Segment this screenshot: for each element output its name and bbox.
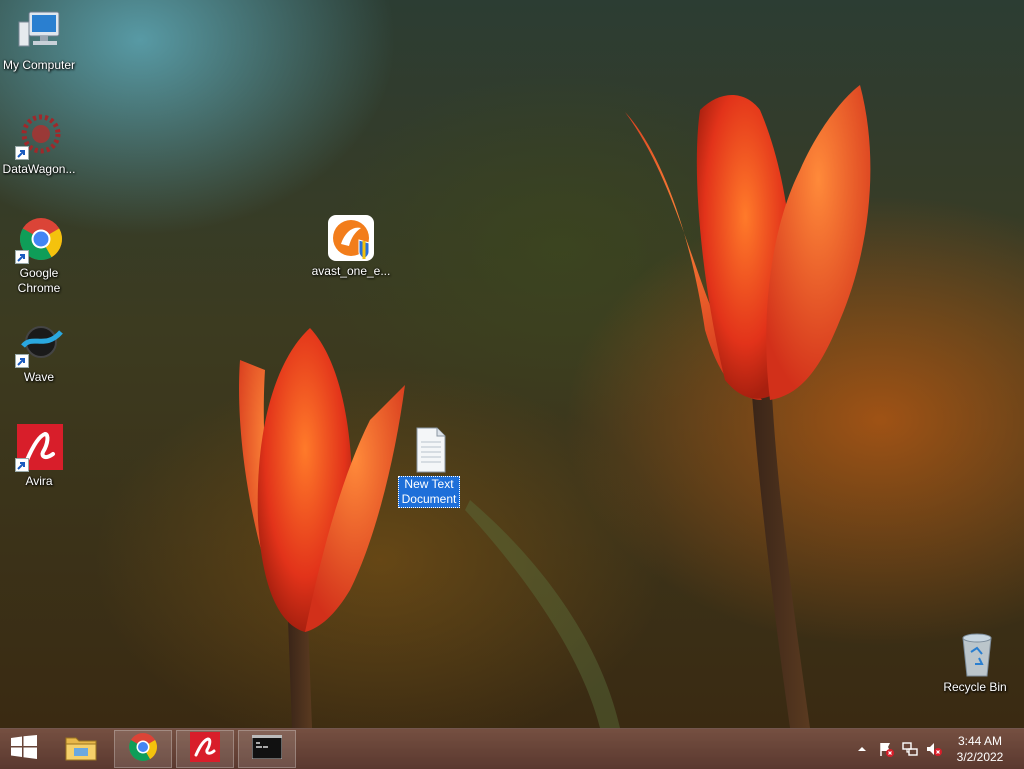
text-document-icon [405,426,453,474]
folder-icon [64,732,98,766]
network-icon[interactable] [902,741,918,757]
shortcut-arrow-icon [15,458,29,472]
action-center-flag-icon[interactable] [878,741,894,757]
tulip-wallpaper [239,85,871,728]
icon-label: Avira [25,474,53,488]
desktop-icon-google-chrome[interactable]: Google Chrome [0,216,78,296]
show-hidden-icons-chevron-icon[interactable] [854,741,870,757]
desktop-icon-my-computer[interactable]: My Computer [0,8,78,73]
icon-label: DataWagon... [2,162,76,176]
avira-icon [15,424,63,472]
taskbar-button-command-prompt[interactable] [238,730,296,768]
clock-time: 3:44 AM [957,734,1003,748]
taskbar-button-file-explorer[interactable] [52,730,110,768]
desktop-icon-wave[interactable]: Wave [0,320,78,385]
icon-label: avast_one_e... [311,264,391,278]
shortcut-arrow-icon [15,146,29,160]
icon-label: Wave [23,370,55,384]
desktop[interactable]: My Computer DataWagon... Google Chrome W… [0,0,1024,728]
desktop-icon-new-text-document[interactable]: New Text Document [391,426,467,508]
taskbar-button-google-chrome[interactable] [114,730,172,768]
taskbar-button-avira[interactable] [176,730,234,768]
icon-label: Recycle Bin [943,680,1007,694]
avast-installer-icon [327,214,375,262]
chrome-icon [128,732,158,766]
avira-icon [190,732,220,766]
clock-date: 3/2/2022 [956,750,1004,764]
shortcut-arrow-icon [15,250,29,264]
system-tray: 3:44 AM 3/2/2022 [834,729,1024,769]
recycle-bin-icon [951,630,999,678]
volume-muted-icon[interactable] [926,741,942,757]
icon-label: Google Chrome [17,266,61,295]
start-button[interactable] [0,730,48,768]
cmd-icon [251,734,283,763]
desktop-icon-recycle-bin[interactable]: Recycle Bin [936,630,1014,695]
desktop-icon-avast-installer[interactable]: avast_one_e... [311,214,391,279]
desktop-icon-datawagon[interactable]: DataWagon... [0,112,78,177]
windows-logo-icon [11,735,37,763]
datawagon-icon [15,112,63,160]
icon-label-editing[interactable]: New Text Document [397,476,461,508]
chrome-icon [15,216,63,264]
wave-icon [15,320,63,368]
computer-icon [15,8,63,56]
icon-label: My Computer [2,58,76,72]
desktop-icon-avira[interactable]: Avira [0,424,78,489]
clock[interactable]: 3:44 AM 3/2/2022 [950,733,1010,765]
taskbar: 3:44 AM 3/2/2022 [0,728,1024,769]
shortcut-arrow-icon [15,354,29,368]
